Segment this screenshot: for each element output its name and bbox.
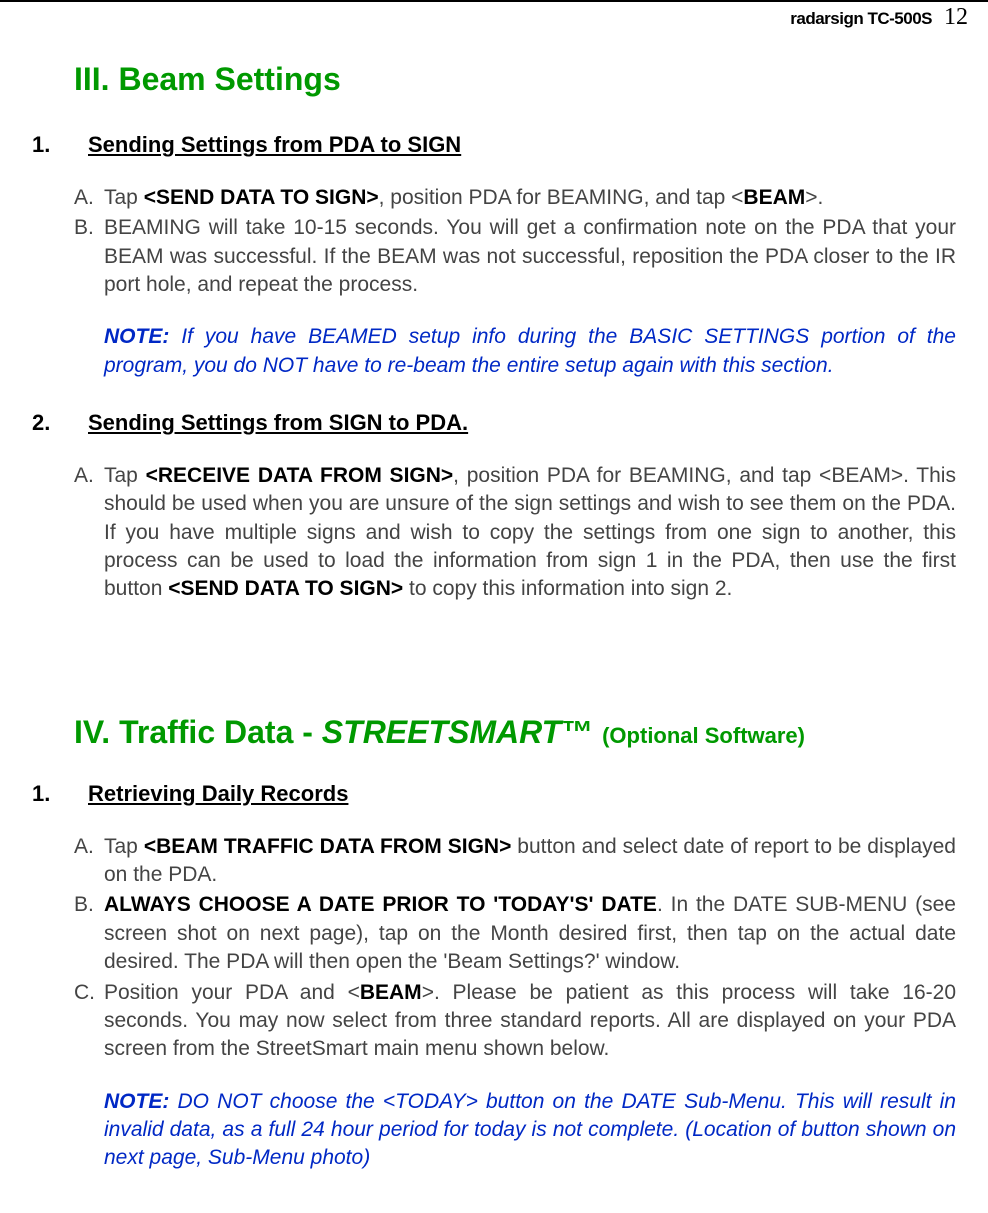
list-item: A. Tap <RECEIVE DATA FROM SIGN>, positio… [74,462,956,604]
sub-marker: C. [74,979,104,1064]
section-3-item-2-sublist: A. Tap <RECEIVE DATA FROM SIGN>, positio… [74,462,956,604]
section-4-item-1-sublist: A. Tap <BEAM TRAFFIC DATA FROM SIGN> but… [74,833,956,1064]
sub-marker: A. [74,462,104,604]
section-3-item-2-heading: 2. Sending Settings from SIGN to PDA. [32,410,956,436]
bold-text: BEAM [743,186,805,209]
sub-body: Tap <SEND DATA TO SIGN>, position PDA fo… [104,184,956,212]
sub-marker: A. [74,833,104,890]
title-italic: STREETSMART [322,714,561,750]
product-title: radarsign TC-500S [790,9,932,29]
bold-text: <RECEIVE DATA FROM SIGN> [146,464,454,487]
bold-text: <BEAM TRAFFIC DATA FROM SIGN> [144,835,512,858]
sub-body: Position your PDA and <BEAM>. Please be … [104,979,956,1064]
note-text: DO NOT choose the <TODAY> button on the … [104,1090,956,1170]
bold-text: BEAM [360,981,422,1004]
page-content: III. Beam Settings 1. Sending Settings f… [0,31,988,1213]
bold-text: <SEND DATA TO SIGN> [144,186,379,209]
sub-marker: B. [74,891,104,976]
list-item: A. Tap <BEAM TRAFFIC DATA FROM SIGN> but… [74,833,956,890]
sub-body: BEAMING will take 10-15 seconds. You wil… [104,214,956,299]
section-4-heading: IV. Traffic Data - STREETSMART™ (Optiona… [74,714,956,751]
section-3-item-1-sublist: A. Tap <SEND DATA TO SIGN>, position PDA… [74,184,956,299]
sub-marker: B. [74,214,104,299]
page-number: 12 [944,4,968,31]
note-block: NOTE: If you have BEAMED setup info duri… [104,323,956,380]
note-block: NOTE: DO NOT choose the <TODAY> button o… [104,1088,956,1173]
bold-text: ALWAYS CHOOSE A DATE PRIOR TO 'TODAY'S' … [104,893,657,916]
sub-body: ALWAYS CHOOSE A DATE PRIOR TO 'TODAY'S' … [104,891,956,976]
section-3-item-1-heading: 1. Sending Settings from PDA to SIGN [32,132,956,158]
list-label: Sending Settings from SIGN to PDA. [88,410,468,436]
note-label: NOTE: [104,1090,169,1113]
page-header: radarsign TC-500S 12 [0,0,988,31]
note-label: NOTE: [104,325,169,348]
list-marker: 1. [32,781,88,807]
sub-body: Tap <RECEIVE DATA FROM SIGN>, position P… [104,462,956,604]
list-marker: 1. [32,132,88,158]
list-item: C. Position your PDA and <BEAM>. Please … [74,979,956,1064]
sub-marker: A. [74,184,104,212]
section-3-heading: III. Beam Settings [74,61,956,98]
sub-body: Tap <BEAM TRAFFIC DATA FROM SIGN> button… [104,833,956,890]
list-label: Sending Settings from PDA to SIGN [88,132,461,158]
note-text: If you have BEAMED setup info during the… [104,325,956,376]
section-4-item-1-heading: 1. Retrieving Daily Records [32,781,956,807]
list-item: B. BEAMING will take 10-15 seconds. You … [74,214,956,299]
list-item: A. Tap <SEND DATA TO SIGN>, position PDA… [74,184,956,212]
list-marker: 2. [32,410,88,436]
optional-text: (Optional Software) [602,723,805,748]
list-item: B. ALWAYS CHOOSE A DATE PRIOR TO 'TODAY'… [74,891,956,976]
list-label: Retrieving Daily Records [88,781,348,807]
bold-text: <SEND DATA TO SIGN> [168,577,403,600]
